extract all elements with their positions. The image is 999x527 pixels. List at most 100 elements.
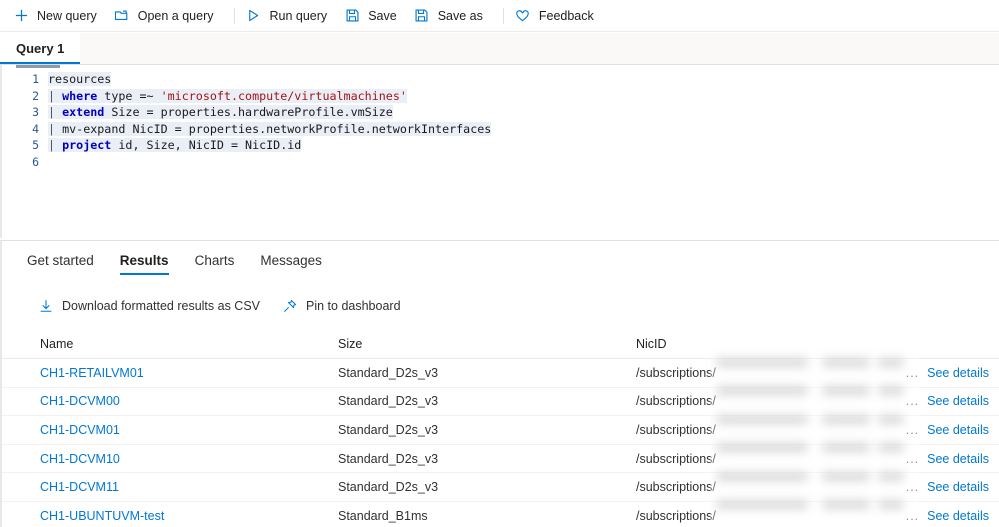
tab-get-started[interactable]: Get started [14,241,107,279]
pin-to-dashboard-label: Pin to dashboard [306,299,401,313]
see-details-link[interactable]: See details [927,452,997,466]
code-token: | [48,138,63,152]
plus-icon [12,7,30,25]
new-query-label: New query [37,8,97,23]
pin-to-dashboard-button[interactable]: Pin to dashboard [282,298,401,314]
cell-nicid: /subscriptions/ ... See details [636,423,999,437]
table-row[interactable]: CH1-DCVM01 Standard_D2s_v3 /subscription… [2,416,999,445]
results-table: Name Size NicID CH1-RETAILVM01 Standard_… [2,329,999,527]
editor-scrollbar[interactable] [16,65,60,68]
code-line: 1 resources [2,71,999,88]
nicid-ellipsis: ... [905,451,920,466]
nicid-ellipsis: ... [905,422,920,437]
results-panel: Get started Results Charts Messages Down… [0,240,999,527]
code-token: | [48,121,63,136]
nicid-value: /subscriptions/ [636,394,716,409]
results-tab-strip: Get started Results Charts Messages [2,241,999,279]
see-details-link[interactable]: See details [927,509,997,523]
open-query-button[interactable]: Open a query [113,0,224,32]
nicid-ellipsis: ... [905,394,920,409]
code-line: 3 | extend Size = properties.hardwarePro… [2,104,999,121]
cell-nicid: /subscriptions/ ... See details [636,509,999,523]
query-code: 1 resources 2 | where type =~ 'microsoft… [2,71,999,170]
save-as-button[interactable]: Save as [413,0,493,32]
code-token: id, Size, NicID = NicID.id [111,138,302,152]
code-token: NicID = properties.networkProfile.networ… [125,121,492,136]
table-row[interactable]: CH1-UBUNTUVM-test Standard_B1ms /subscri… [2,502,999,527]
tab-results[interactable]: Results [107,241,182,279]
line-number: 2 [32,88,39,103]
command-separator-2 [502,7,504,24]
open-query-label: Open a query [137,8,214,23]
results-action-bar: Download formatted results as CSV Pin to… [2,289,999,323]
see-details-link[interactable]: See details [927,366,997,380]
nicid-value: /subscriptions/ [636,508,716,523]
line-number: 1 [32,72,39,86]
cell-nicid: /subscriptions/ ... See details [636,394,999,408]
cell-size: Standard_D2s_v3 [338,422,439,437]
tab-query-1[interactable]: Query 1 [0,32,81,64]
table-row[interactable]: CH1-DCVM00 Standard_D2s_v3 /subscription… [2,388,999,417]
code-line: 6 [2,154,999,171]
nicid-value: /subscriptions/ [636,480,716,495]
cell-name[interactable]: CH1-DCVM00 [40,394,338,408]
tab-label: Charts [194,252,235,268]
cell-size: Standard_D2s_v3 [338,480,439,495]
table-row[interactable]: CH1-DCVM11 Standard_D2s_v3 /subscription… [2,473,999,502]
query-tab-strip: Query 1 [0,32,999,65]
see-details-link[interactable]: See details [927,423,997,437]
line-number: 3 [32,105,39,119]
column-header-name[interactable]: Name [40,337,338,351]
save-icon [343,7,361,25]
cell-name[interactable]: CH1-DCVM01 [40,423,338,437]
see-details-link[interactable]: See details [927,480,997,494]
nicid-value: /subscriptions/ [636,365,716,380]
line-content: | where type =~ 'microsoft.compute/virtu… [48,88,999,105]
table-row[interactable]: CH1-DCVM10 Standard_D2s_v3 /subscription… [2,445,999,474]
cell-size: Standard_B1ms [338,508,428,523]
tab-label: Results [119,252,169,268]
line-content: | project id, Size, NicID = NicID.id [48,137,999,154]
cell-nicid: /subscriptions/ ... See details [636,480,999,494]
code-token: type =~ [97,88,161,103]
see-details-link[interactable]: See details [927,394,997,408]
code-token: project [62,138,112,152]
column-header-size[interactable]: Size [338,337,636,351]
tab-label: Get started [27,252,94,268]
code-token: resources [48,72,112,86]
tab-charts[interactable]: Charts [182,241,248,279]
nicid-ellipsis: ... [905,508,920,523]
save-label: Save [368,8,397,23]
code-line: 4 | mv-expand NicID = properties.network… [2,121,999,138]
table-row[interactable]: CH1-RETAILVM01 Standard_D2s_v3 /subscrip… [2,359,999,388]
new-query-button[interactable]: New query [12,0,107,32]
download-csv-label: Download formatted results as CSV [62,299,261,313]
cell-name[interactable]: CH1-UBUNTUVM-test [40,509,338,523]
cell-nicid: /subscriptions/ ... See details [636,452,999,466]
cell-size: Standard_D2s_v3 [338,451,439,466]
query-editor[interactable]: 1 resources 2 | where type =~ 'microsoft… [0,65,999,238]
cell-name[interactable]: CH1-RETAILVM01 [40,366,338,380]
cell-name[interactable]: CH1-DCVM10 [40,452,338,466]
line-number: 4 [32,121,39,136]
code-token: where [62,88,98,103]
tab-messages[interactable]: Messages [247,241,335,279]
save-button[interactable]: Save [343,0,407,32]
code-token: | [48,105,63,119]
column-header-nicid[interactable]: NicID [636,337,999,351]
run-query-label: Run query [269,8,328,23]
line-content: | extend Size = properties.hardwareProfi… [48,104,999,121]
query-tab-label: Query 1 [16,40,65,56]
cell-size: Standard_D2s_v3 [338,365,439,380]
feedback-button[interactable]: Feedback [514,0,604,32]
code-token: 'microsoft.compute/virtualmachines' [160,88,407,103]
line-content: resources [48,71,999,88]
code-token: extend [62,105,105,119]
cell-name[interactable]: CH1-DCVM11 [40,480,338,494]
download-icon [38,298,54,314]
save-as-label: Save as [437,8,483,23]
heart-icon [514,7,532,25]
run-query-button[interactable]: Run query [245,0,338,32]
download-csv-button[interactable]: Download formatted results as CSV [38,298,260,314]
table-header-row: Name Size NicID [2,329,999,359]
